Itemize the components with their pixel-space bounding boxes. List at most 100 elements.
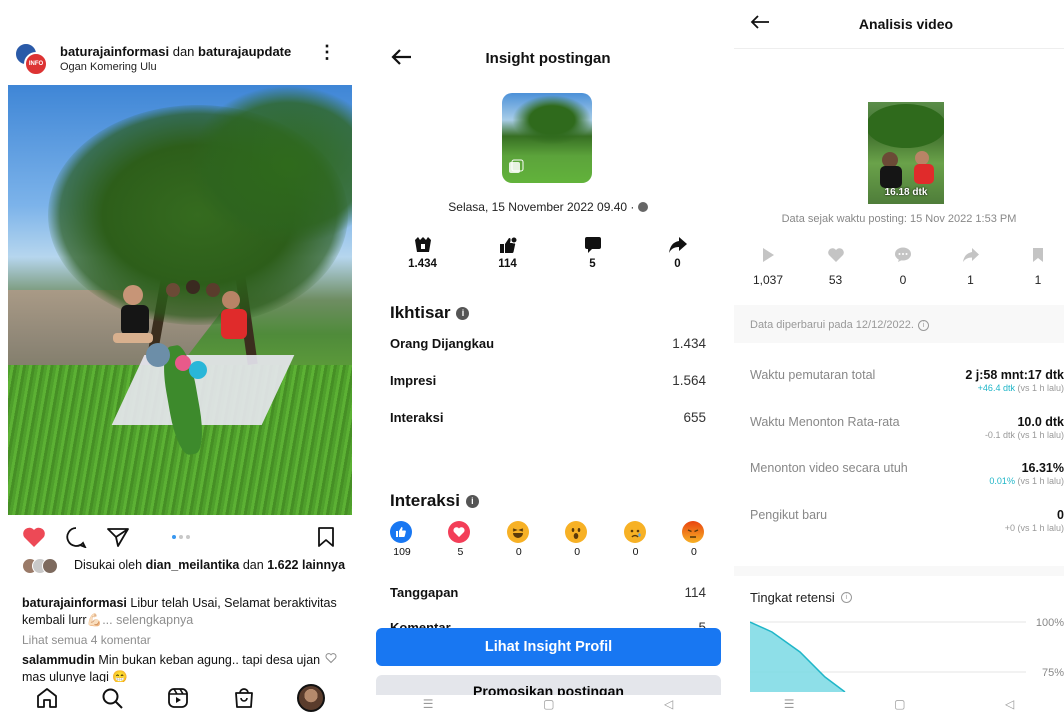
reaction-love[interactable]: 5 [448,521,472,558]
metric-row: Pengikut baru 0 +0 (vs 1 h lalu) [750,508,1064,533]
post-actions [22,526,342,552]
system-nav-bar: ☰ ▢ ◁ [368,695,728,713]
liker-name[interactable]: dian_meilantika [146,558,240,572]
wow-icon [565,521,588,543]
shop-icon[interactable] [232,686,256,710]
stat-shares[interactable]: 0 [648,236,708,270]
reels-icon[interactable] [166,686,190,710]
globe-icon [637,202,648,212]
video-stats: 1,037 53 0 1 1 [746,247,1064,287]
comment-preview: salammudin Min bukan keban agung.. tapi … [22,652,322,682]
stat-saves: 1 [1016,247,1060,287]
top-bar: Insight postingan [368,44,728,74]
author-name[interactable]: baturajainformasi [60,44,169,59]
menu-icon[interactable]: ☰ [784,697,795,711]
metric-row[interactable]: Impresi 1.564 [390,373,706,388]
reaction-sad[interactable]: 0 [623,521,648,558]
reaction-wow[interactable]: 0 [565,521,589,558]
share-icon [668,237,687,253]
promote-post-button[interactable]: Promosikan postingan [376,675,721,695]
caption-author[interactable]: baturajainformasi [22,596,127,610]
reactions-icon [499,236,517,253]
gallery-icon [509,159,524,173]
home-square-icon[interactable]: ▢ [894,697,905,711]
stat-comments: 0 [881,247,925,287]
reach-icon [414,237,431,252]
top-bar: Analisis video [734,12,1064,36]
likes-middle: dan [242,558,264,572]
info-icon[interactable]: i [456,306,470,320]
profile-avatar[interactable] [297,683,326,712]
post-thumbnail[interactable] [502,93,592,183]
data-updated-note: Data diperbarui pada 12/12/2022. i [750,319,929,331]
retention-chart: 100% 75% [750,617,1064,692]
data-since-text: Data sejak waktu posting: 15 Nov 2022 1:… [781,213,1017,225]
comment-like-icon[interactable] [325,652,337,664]
video-duration: 16.18 dtk [884,187,928,198]
haha-icon [506,521,529,543]
metric-row: Waktu Menonton Rata-rata 10.0 dtk -0.1 d… [750,415,1064,440]
post-authors: baturajainformasi dan baturajaupdate [60,44,291,59]
info-icon[interactable]: i [917,319,929,331]
instagram-post-panel: INFO baturajainformasi dan baturajaupdat… [0,0,360,713]
collab-author-name[interactable]: baturajaupdate [198,44,291,59]
back-triangle-icon[interactable]: ◁ [1005,697,1014,711]
back-triangle-icon[interactable]: ◁ [664,697,673,711]
search-icon[interactable] [100,686,124,710]
section-divider [734,566,1064,576]
home-square-icon[interactable]: ▢ [543,697,554,711]
metric-row[interactable]: Tanggapan 114 [390,585,706,600]
reaction-like[interactable]: 109 [390,521,414,558]
home-icon[interactable] [35,686,59,710]
info-icon[interactable]: i [840,592,852,603]
caption-more-link[interactable]: ... selengkapnya [102,613,193,627]
metric-row[interactable]: Orang Dijangkau 1.434 [390,336,706,351]
post-header: INFO baturajainformasi dan baturajaupdat… [14,38,354,78]
likes-summary[interactable]: Disukai oleh dian_meilantika dan 1.622 l… [22,558,352,574]
facebook-insight-panel: Insight postingan Selasa, 15 November 20… [368,0,728,713]
avatar[interactable]: INFO [14,42,48,76]
metric-row: Menonton video secara utuh 16.31% 0.01% … [750,461,1064,486]
menu-icon[interactable]: ☰ [423,697,434,711]
likes-prefix: Disukai oleh [74,558,143,572]
comment-icon[interactable] [64,526,88,548]
metric-row[interactable]: Interaksi 655 [390,410,706,425]
info-icon[interactable]: i [465,494,479,508]
sad-icon [623,521,646,543]
stat-comments[interactable]: 5 [563,236,623,270]
summary-stats: 1.434 114 5 0 [380,236,720,270]
post-location[interactable]: Ogan Komering Ulu [60,61,157,73]
post-photo[interactable] [8,85,352,515]
more-options-icon[interactable]: ⋮ [318,43,336,61]
bookmark-icon [1033,248,1043,262]
video-thumbnail[interactable]: 16.18 dtk [868,102,944,204]
stat-reactions[interactable]: 114 [478,236,538,270]
page-title: Analisis video [858,16,954,32]
stat-shares: 1 [949,247,993,287]
comment-icon [895,247,911,262]
share-icon[interactable] [106,526,130,548]
view-all-comments-link[interactable]: Lihat semua 4 komentar [22,633,151,647]
grin-emoji-icon: 😁 [112,670,128,682]
metric-row: Waktu pemutaran total 2 j:58 mnt:17 dtk … [750,368,1064,393]
system-nav-bar: ☰ ▢ ◁ [734,695,1064,713]
view-profile-insights-button[interactable]: Lihat Insight Profil [376,628,721,666]
stat-likes: 53 [814,247,858,287]
comment-author[interactable]: salammudin [22,653,95,667]
comment-icon [584,237,601,253]
reaction-angry[interactable]: 0 [681,521,706,558]
stat-reach[interactable]: 1.434 [393,236,453,270]
love-icon [448,521,471,543]
bottom-nav [0,682,360,713]
authors-connector: dan [172,44,195,59]
overview-heading: Ikhtisar i [390,303,470,323]
likes-suffix: lainnya [301,558,346,572]
bookmark-icon[interactable] [316,526,336,548]
heart-icon[interactable] [22,526,46,548]
likes-count[interactable]: 1.622 [267,558,298,572]
interactions-heading: Interaksi i [390,491,479,511]
share-icon [962,248,979,262]
carousel-dots [172,535,190,539]
reaction-haha[interactable]: 0 [506,521,531,558]
tick-75: 75% [1042,667,1064,679]
